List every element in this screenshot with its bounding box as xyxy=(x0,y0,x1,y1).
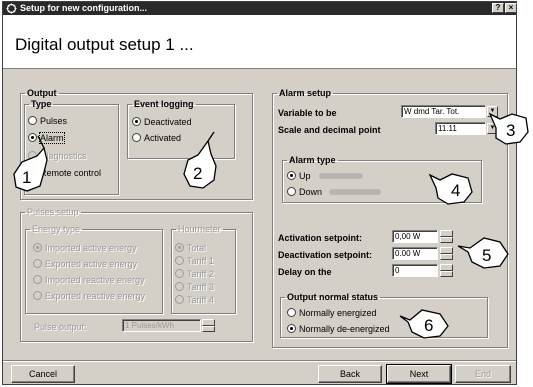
callout-4-number: 4 xyxy=(451,181,460,200)
callout-5-number: 5 xyxy=(482,246,491,265)
callout-1: 1 xyxy=(13,135,48,192)
callout-1-number: 1 xyxy=(22,168,31,187)
callout-3: 3 xyxy=(488,112,529,145)
callout-overlay: 1 2 3 4 5 6 xyxy=(13,112,529,339)
callout-2: 2 xyxy=(183,131,217,189)
callout-6-number: 6 xyxy=(424,316,433,335)
callout-3-number: 3 xyxy=(506,121,515,140)
callout-5: 5 xyxy=(457,237,509,269)
callout-4: 4 xyxy=(428,173,473,205)
callout-6: 6 xyxy=(399,309,449,339)
callout-2-number: 2 xyxy=(193,164,202,183)
